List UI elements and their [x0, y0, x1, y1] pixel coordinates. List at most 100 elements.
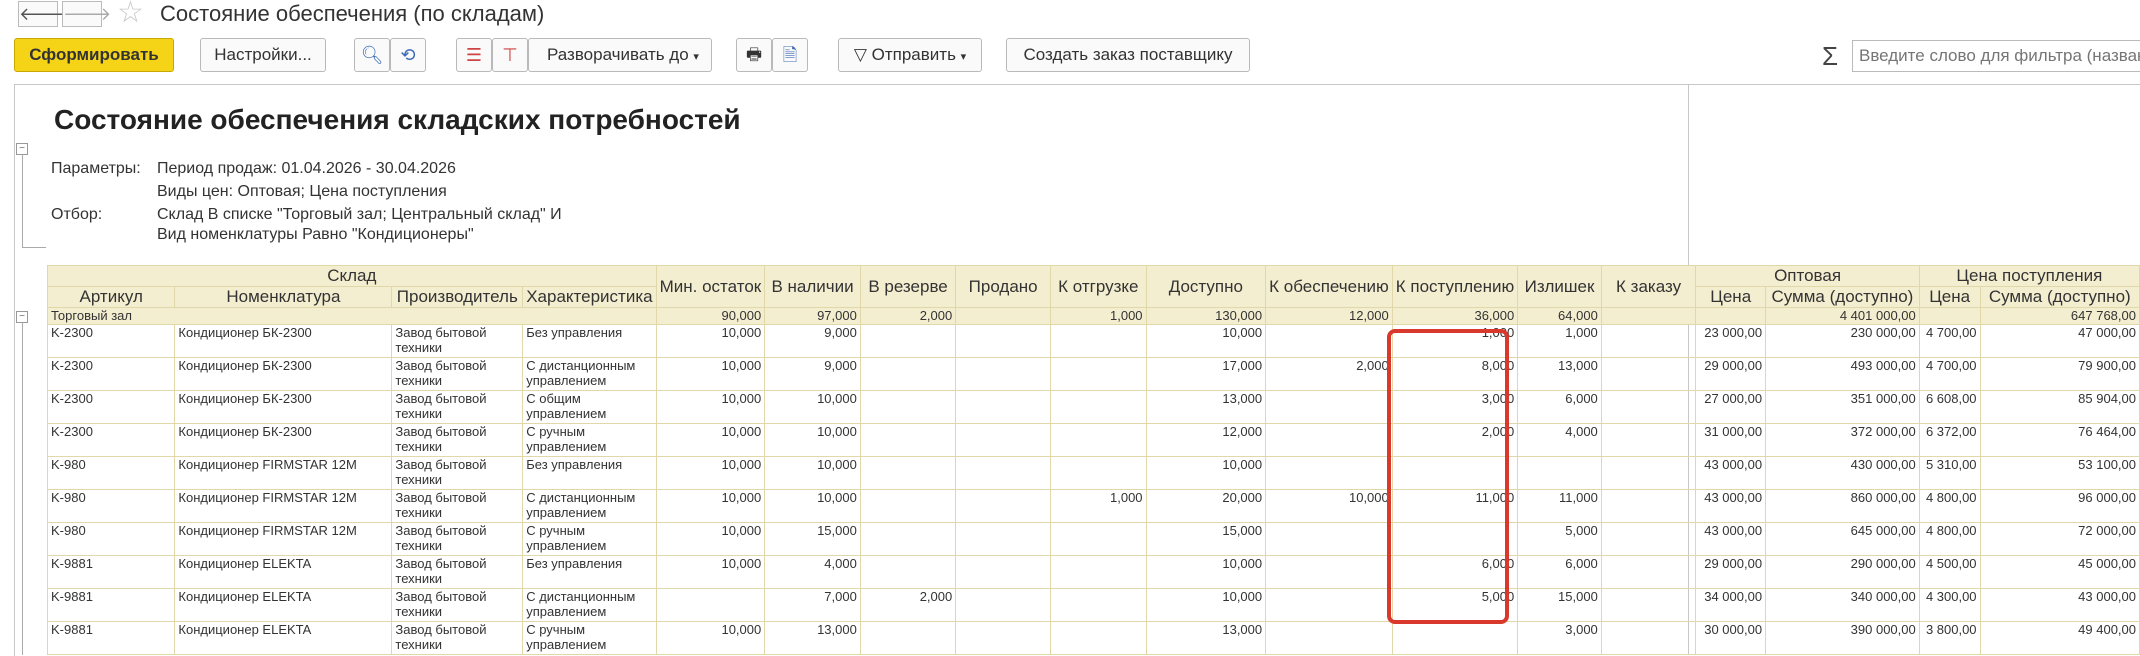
cell-min-stock: 10,000	[655, 423, 766, 457]
header-article[interactable]: Артикул	[46, 286, 176, 308]
header-receipt-sum[interactable]: Сумма (доступно)	[1979, 286, 2140, 308]
expand-to-dropdown[interactable]: Разворачивать до ▾	[528, 38, 712, 72]
cell-manufacturer: Завод бытовой техники	[391, 357, 524, 391]
sum-icon[interactable]: Σ	[1822, 36, 1838, 76]
header-manufacturer[interactable]: Производитель	[391, 286, 524, 308]
send-dropdown[interactable]: ▽ Отправить ▾	[838, 38, 982, 72]
cell-wholesale-price: 23 000,00	[1695, 324, 1767, 358]
cell-available: 10,000	[1145, 588, 1267, 622]
total-wholesale-price	[1695, 307, 1767, 325]
cell-to-receive: 6,000	[1391, 555, 1519, 589]
header-available[interactable]: Доступно	[1145, 265, 1267, 308]
cell-receipt-sum: 53 100,00	[1979, 456, 2140, 490]
header-to-receive[interactable]: К поступлению	[1391, 265, 1519, 308]
params-period: Период продаж: 01.04.2026 - 30.04.2026	[157, 160, 456, 177]
cell-to-provide: 10,000	[1265, 489, 1393, 523]
cell-article: K-2300	[46, 357, 176, 391]
cell-receipt-price: 4 800,00	[1918, 489, 1981, 523]
cell-reserved	[859, 522, 957, 556]
cell-to-provide	[1265, 423, 1393, 457]
table-row[interactable]: K-980 Кондиционер FIRMSTAR 12M Завод бытов…	[46, 522, 2140, 556]
cell-characteristic: Без управления	[522, 555, 657, 589]
header-min-stock[interactable]: Мин. остаток	[655, 265, 766, 308]
collapse-warehouse-group-icon[interactable]: −	[16, 311, 28, 323]
cell-manufacturer: Завод бытовой техники	[391, 390, 524, 424]
collapse-header-group-icon[interactable]: −	[16, 143, 28, 155]
generate-button[interactable]: Сформировать	[14, 38, 174, 72]
cell-to-ship	[1050, 555, 1147, 589]
table-row[interactable]: K-2300 Кондиционер БК-2300 Завод бытовой т…	[46, 390, 2140, 424]
collapse-groups-button[interactable]: ⊤	[492, 38, 528, 72]
header-receipt-price-value[interactable]: Цена	[1918, 286, 1981, 308]
table-row[interactable]: K-2300 Кондиционер БК-2300 Завод бытовой т…	[46, 423, 2140, 457]
cell-manufacturer: Завод бытовой техники	[391, 489, 524, 523]
cell-in-stock: 15,000	[764, 522, 861, 556]
table-row[interactable]: K-9881 Кондиционер ELEKTA Завод бытовой те…	[46, 621, 2140, 655]
cell-to-order	[1600, 621, 1697, 655]
header-characteristic[interactable]: Характеристика	[522, 286, 657, 308]
header-to-order[interactable]: К заказу	[1600, 265, 1697, 308]
cell-receipt-price: 4 800,00	[1918, 522, 1981, 556]
header-sold[interactable]: Продано	[955, 265, 1052, 308]
cell-surplus: 15,000	[1517, 588, 1602, 622]
header-receipt-price: Цена поступления	[1918, 265, 2140, 287]
table-row[interactable]: K-980 Кондиционер FIRMSTAR 12M Завод бытов…	[46, 489, 2140, 523]
table-row[interactable]: K-2300 Кондиционер БК-2300 Завод бытовой т…	[46, 357, 2140, 391]
cell-receipt-price: 3 800,00	[1918, 621, 1981, 655]
cell-nomenclature: Кондиционер ELEKTA	[174, 588, 393, 622]
cell-reserved	[859, 324, 957, 358]
cell-receipt-price: 4 700,00	[1918, 324, 1981, 358]
cell-characteristic: С ручным управлением	[522, 522, 657, 556]
total-available: 130,000	[1145, 307, 1267, 325]
cell-sold	[955, 390, 1052, 424]
forward-button[interactable]: 🡒	[62, 1, 111, 27]
header-reserved[interactable]: В резерве	[859, 265, 957, 308]
favorite-star-icon[interactable]: ☆	[117, 0, 144, 28]
filter-input[interactable]	[1852, 40, 2140, 72]
preview-button[interactable]: 🗎	[772, 38, 808, 72]
header-wholesale-price[interactable]: Цена	[1695, 286, 1767, 308]
group-line	[22, 247, 46, 248]
header-in-stock[interactable]: В наличии	[764, 265, 861, 308]
group-total-row[interactable]: Торговый зал 90,000 97,000 2,000 1,000 1…	[47, 307, 2140, 325]
cell-to-order	[1600, 588, 1697, 622]
header-surplus[interactable]: Излишек	[1517, 265, 1602, 308]
header-to-provide[interactable]: К обеспечению	[1265, 265, 1393, 308]
cell-wholesale-sum: 351 000,00	[1765, 390, 1920, 424]
cell-sold	[955, 357, 1052, 391]
cell-surplus: 1,000	[1517, 324, 1602, 358]
cell-manufacturer: Завод бытовой техники	[391, 522, 524, 556]
cell-sold	[955, 621, 1052, 655]
cell-article: K-2300	[46, 423, 176, 457]
group-line	[22, 155, 23, 247]
total-min-stock: 90,000	[655, 307, 766, 325]
search-reset-button[interactable]: ⟲	[390, 38, 426, 72]
cell-surplus: 3,000	[1517, 621, 1602, 655]
table-row[interactable]: K-9881 Кондиционер ELEKTA Завод бытовой те…	[46, 588, 2140, 622]
print-button[interactable]: 🖶	[736, 38, 772, 72]
cell-to-provide	[1265, 621, 1393, 655]
table-row[interactable]: K-9881 Кондиционер ELEKTA Завод бытовой те…	[46, 555, 2140, 589]
header-wholesale-sum[interactable]: Сумма (доступно)	[1765, 286, 1920, 308]
table-row[interactable]: K-980 Кондиционер FIRMSTAR 12M Завод бытов…	[46, 456, 2140, 490]
cell-surplus: 11,000	[1517, 489, 1602, 523]
cell-in-stock: 9,000	[764, 357, 861, 391]
cell-min-stock: 10,000	[655, 621, 766, 655]
cell-to-provide	[1265, 555, 1393, 589]
cell-wholesale-price: 43 000,00	[1695, 522, 1767, 556]
title-bar: 🡐 🡒 ☆ Состояние обеспечения (по складам)	[0, 0, 2140, 30]
back-button[interactable]: 🡐	[18, 1, 67, 27]
search-button[interactable]: 🔍︎	[354, 38, 390, 72]
expand-groups-button[interactable]: ☰	[456, 38, 492, 72]
cell-article: K-980	[46, 522, 176, 556]
cell-nomenclature: Кондиционер БК-2300	[174, 357, 393, 391]
cell-nomenclature: Кондиционер ELEKTA	[174, 555, 393, 589]
table-row[interactable]: K-2300 Кондиционер БК-2300 Завод бытовой т…	[46, 324, 2140, 358]
header-to-ship[interactable]: К отгрузке	[1050, 265, 1147, 308]
cell-to-ship	[1050, 621, 1147, 655]
settings-button[interactable]: Настройки...	[200, 38, 326, 72]
create-supplier-order-button[interactable]: Создать заказ поставщику	[1006, 38, 1250, 72]
cell-available: 10,000	[1145, 555, 1267, 589]
header-nomenclature[interactable]: Номенклатура	[174, 286, 393, 308]
cell-receipt-price: 6 608,00	[1918, 390, 1981, 424]
